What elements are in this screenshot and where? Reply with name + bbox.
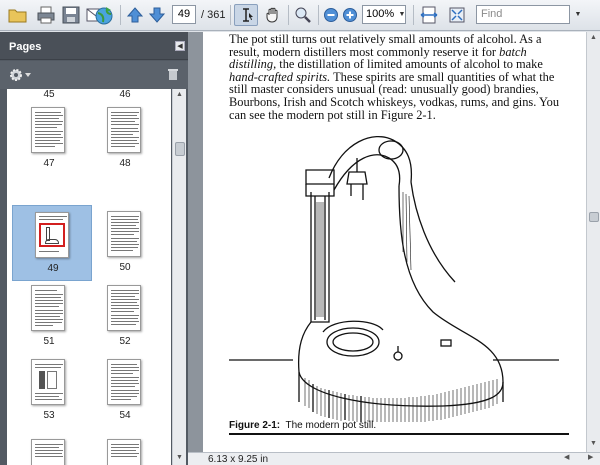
page-thumbnail-image [107, 107, 141, 153]
scroll-left-icon[interactable]: ◀ [564, 453, 569, 461]
next-page-icon[interactable] [146, 4, 168, 26]
pages-panel-tools [0, 61, 188, 89]
page-thumbnail-image [107, 211, 141, 257]
scroll-down-icon[interactable]: ▼ [176, 454, 184, 462]
thumbnail-label: 45 [43, 89, 55, 100]
pages-panel: Pages ◀ 45 46 47 48 49 50 51 52 53 54 ▲ … [0, 32, 188, 465]
collapse-panel-button[interactable]: ◀ [175, 41, 185, 51]
pages-panel-header: Pages ◀ [0, 32, 188, 60]
page-thumbnail[interactable]: 52 [85, 279, 165, 355]
thumbnail-label: 48 [119, 158, 131, 169]
options-gear-icon[interactable] [9, 68, 33, 85]
delete-trash-icon[interactable] [167, 67, 179, 84]
hand-tool-icon[interactable] [262, 4, 284, 26]
scroll-up-icon[interactable]: ▲ [590, 34, 597, 41]
pages-panel-title: Pages [9, 41, 42, 53]
thumbnail-label: 47 [43, 158, 55, 169]
page-number-input[interactable]: 49 [172, 5, 196, 24]
page-total-label: / 361 [201, 9, 226, 21]
page-thumbnail[interactable]: 47 [9, 101, 89, 177]
scrollbar-thumb[interactable] [589, 212, 599, 222]
find-input[interactable]: Find [476, 5, 570, 24]
page-thumbnail[interactable]: 51 [9, 279, 89, 355]
page-thumbnail[interactable]: 50 [85, 205, 165, 281]
thumbnail-label: 52 [119, 336, 131, 347]
page-thumbnail[interactable]: 53 [9, 353, 89, 429]
thumbnail-label: 51 [43, 336, 55, 347]
page-thumbnail-image [107, 439, 141, 465]
open-folder-icon[interactable] [6, 4, 30, 26]
scrollbar-thumb[interactable] [175, 142, 185, 156]
previous-page-icon[interactable] [124, 4, 146, 26]
scroll-up-icon[interactable]: ▲ [176, 91, 184, 99]
page-thumbnail-image [107, 285, 141, 331]
scroll-right-icon[interactable]: ▶ [588, 453, 593, 461]
body-paragraph: The pot still turns out relatively small… [229, 32, 560, 122]
select-text-tool-icon[interactable] [234, 4, 258, 26]
zoom-in-icon[interactable] [341, 4, 359, 26]
thumbnail-label: 50 [119, 262, 131, 273]
zoom-tool-icon[interactable] [291, 4, 315, 26]
save-icon[interactable] [60, 4, 82, 26]
document-page: The pot still turns out relatively small… [203, 32, 586, 452]
zoom-out-icon[interactable] [322, 4, 340, 26]
page-thumbnail-image [31, 359, 65, 405]
page-size-label: 6.13 x 9.25 in [208, 454, 269, 465]
figure-caption: Figure 2-1: The modern pot still. [229, 420, 377, 431]
page-thumbnail-image [35, 212, 69, 258]
status-bar: 6.13 x 9.25 in ◀ ▶ [188, 452, 600, 465]
main-toolbar: 49 / 361 100% ▼ Find ▼ [0, 0, 600, 31]
thumbnails-scrollbar[interactable]: ▲ ▼ [172, 89, 186, 465]
scroll-down-icon[interactable]: ▼ [590, 440, 597, 447]
zoom-dropdown-icon[interactable]: ▼ [397, 5, 407, 24]
fit-width-icon[interactable] [418, 4, 440, 26]
caption-rule [229, 433, 569, 435]
page-thumbnail[interactable]: 48 [85, 101, 165, 177]
thumbnail-label: 46 [119, 89, 131, 100]
pot-still-illustration [229, 136, 559, 422]
print-icon[interactable] [34, 4, 58, 26]
page-thumbnail-image [31, 439, 65, 465]
full-screen-icon[interactable] [446, 4, 468, 26]
thumbnail-label: 49 [47, 263, 59, 274]
page-thumbnail-selected[interactable]: 49 [12, 205, 92, 281]
share-globe-icon[interactable] [92, 4, 116, 26]
page-thumbnail-image [31, 107, 65, 153]
page-thumbnail-image [31, 285, 65, 331]
page-thumbnails-list[interactable]: 45 46 47 48 49 50 51 52 53 54 [7, 89, 171, 465]
thumbnail-label: 54 [119, 410, 131, 421]
page-thumbnail-image [107, 359, 141, 405]
find-dropdown-icon[interactable]: ▼ [572, 5, 584, 24]
page-thumbnail[interactable]: 54 [85, 353, 165, 429]
thumbnail-label: 53 [43, 410, 55, 421]
document-scrollbar[interactable]: ▲ ▼ [586, 32, 600, 452]
